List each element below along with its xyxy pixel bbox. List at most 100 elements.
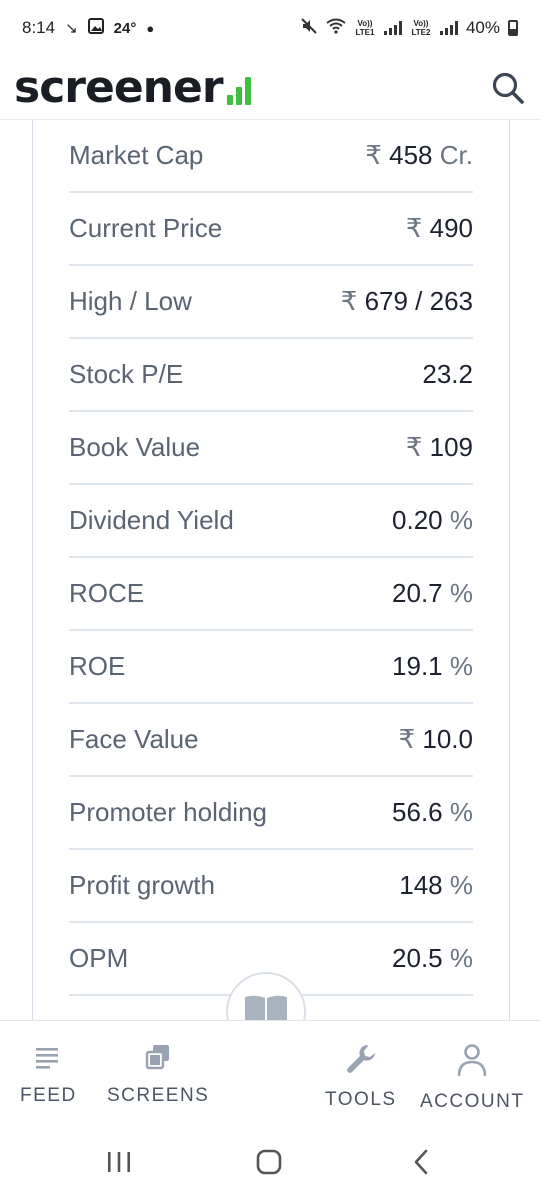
ratio-label: Dividend Yield [69, 505, 234, 535]
status-temperature: 24° [113, 19, 137, 37]
battery-percent: 40% [465, 18, 500, 37]
ratio-unit: % [449, 505, 473, 535]
ratio-value: 20.5 % [392, 943, 473, 974]
ratio-value: 56.6 % [392, 797, 473, 828]
ratio-label: Promoter holding [69, 797, 267, 827]
ratio-label: Profit growth [69, 870, 215, 900]
ratio-value: 19.1 % [392, 651, 473, 682]
ratio-label: Face Value [69, 724, 199, 754]
currency-prefix: ₹ [365, 140, 382, 170]
ratio-value: ₹ 109 [406, 432, 473, 463]
ratio-label: ROCE [69, 578, 145, 608]
logo-bars-icon [226, 76, 251, 105]
ratio-number: 10.0 [422, 724, 473, 754]
logo-text: screener [14, 61, 224, 113]
signal-icon [383, 21, 402, 35]
signal-icon [439, 21, 458, 35]
ratio-number: 458 [389, 140, 433, 170]
status-time: 8:14 [22, 18, 56, 37]
ratio-number: 148 [399, 870, 443, 900]
ratio-value: ₹ 679 / 263 [341, 286, 473, 317]
gallery-icon [87, 17, 104, 39]
ratio-label: Market Cap [69, 140, 204, 170]
ratio-row: Profit growth 148 % [69, 850, 473, 923]
app-header: screener [0, 56, 540, 120]
ratio-label: ROE [69, 651, 126, 681]
currency-prefix: ₹ [340, 286, 358, 316]
ratio-value: ₹ 458 Cr. [365, 140, 473, 171]
home-icon [256, 1149, 282, 1175]
ratio-label: Current Price [69, 213, 223, 243]
ratio-unit: Cr. [439, 140, 473, 170]
ratio-value: 0.20 % [392, 505, 473, 536]
nav-feed[interactable]: FEED [20, 1043, 77, 1107]
ratio-number: 490 [429, 213, 473, 243]
wrench-icon [346, 1045, 375, 1073]
ratio-unit: % [449, 870, 473, 900]
ratio-row: ROCE 20.7 % [69, 558, 473, 631]
ratio-unit: % [449, 943, 473, 973]
nav-feed-label: FEED [20, 1085, 77, 1106]
recent-apps-icon [108, 1152, 130, 1172]
ratio-value: 23.2 [422, 359, 473, 390]
ratio-row: Face Value ₹ 10.0 [69, 704, 473, 777]
ratio-label: OPM [69, 943, 129, 973]
ratio-number: 19.1 [392, 651, 443, 681]
ratio-label: Stock P/E [69, 359, 184, 389]
back-button[interactable] [408, 1148, 436, 1181]
ratio-number: 23.2 [422, 359, 473, 389]
ratio-label: High / Low [69, 286, 192, 316]
ratio-unit: % [449, 651, 473, 681]
ratio-number: 679 / 263 [364, 286, 473, 316]
nav-account[interactable]: ACCOUNT [420, 1043, 524, 1113]
screener-logo[interactable]: screener [14, 61, 251, 113]
company-ratios-card: Market Cap ₹ 458 Cr. Current Price ₹ 490 Hig… [32, 120, 510, 1020]
notification-dot-icon: ● [146, 20, 155, 36]
bottom-navigation: FEED SCREENS TOOLS ACCOUNT [0, 1020, 540, 1130]
ratio-number: 0.20 [392, 505, 443, 535]
ratio-row: Book Value ₹ 109 [69, 412, 473, 485]
screens-icon [145, 1045, 170, 1070]
ratio-unit: % [449, 578, 473, 608]
sim1-label: Vo)) LTE1 [355, 19, 375, 37]
nav-tools[interactable]: TOOLS [325, 1043, 397, 1111]
wifi-icon [326, 18, 346, 39]
battery-icon [508, 20, 518, 36]
nav-screens[interactable]: SCREENS [107, 1043, 209, 1107]
ratio-row: Promoter holding 56.6 % [69, 777, 473, 850]
missed-call-icon: ↘ [65, 20, 78, 37]
sim2-label: Vo)) LTE2 [411, 19, 431, 37]
feed-icon [36, 1048, 59, 1069]
ratio-value: 148 % [399, 870, 473, 901]
system-navigation-bar [0, 1130, 540, 1200]
ratio-unit: % [449, 797, 473, 827]
ratio-row: High / Low ₹ 679 / 263 [69, 266, 473, 339]
search-button[interactable] [490, 70, 526, 106]
ratio-number: 20.7 [392, 578, 443, 608]
ratio-value: ₹ 490 [406, 213, 473, 244]
currency-prefix: ₹ [405, 213, 423, 243]
currency-prefix: ₹ [398, 724, 416, 754]
ratio-label: Book Value [69, 432, 201, 462]
recent-apps-button[interactable] [105, 1148, 133, 1181]
nav-tools-label: TOOLS [325, 1089, 397, 1110]
ratio-row: Current Price ₹ 490 [69, 193, 473, 266]
home-button[interactable] [255, 1148, 283, 1181]
ratio-row: Stock P/E 23.2 [69, 339, 473, 412]
back-icon [414, 1149, 428, 1175]
nav-screens-label: SCREENS [107, 1085, 210, 1106]
ratio-value: 20.7 % [392, 578, 473, 609]
search-icon [492, 72, 524, 104]
ratio-row: Dividend Yield 0.20 % [69, 485, 473, 558]
ratio-value: ₹ 10.0 [399, 724, 473, 755]
currency-prefix: ₹ [405, 432, 423, 462]
ratio-number: 109 [429, 432, 473, 462]
status-bar: 8:14 ↘ 24° ● Vo)) LTE1 Vo)) LTE2 40% [0, 0, 540, 56]
ratios-list: Market Cap ₹ 458 Cr. Current Price ₹ 490 Hig… [69, 120, 473, 996]
ratio-number: 20.5 [392, 943, 443, 973]
ratio-row: ROE 19.1 % [69, 631, 473, 704]
ratio-row: Market Cap ₹ 458 Cr. [69, 120, 473, 193]
user-icon [457, 1044, 487, 1077]
mute-icon [300, 17, 318, 40]
nav-account-label: ACCOUNT [420, 1091, 525, 1112]
